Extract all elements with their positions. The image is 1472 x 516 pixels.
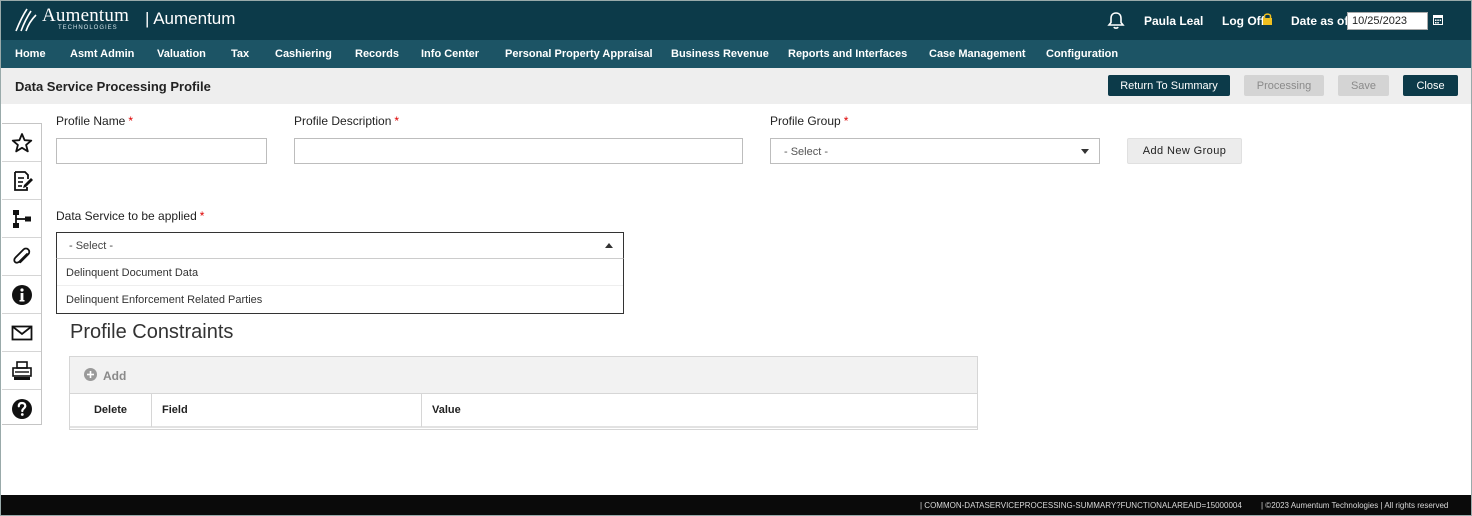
chevron-up-icon (605, 243, 613, 248)
profile-group-label: Profile Group * (770, 114, 848, 128)
user-name[interactable]: Paula Leal (1144, 14, 1203, 28)
menu-item-configuration[interactable]: Configuration (1046, 48, 1118, 60)
page-title: Data Service Processing Profile (15, 79, 211, 94)
paperclip-icon (12, 247, 30, 264)
data-service-selected: - Select - (69, 240, 114, 252)
hierarchy-icon (12, 209, 31, 228)
aumentum-logo-icon (15, 8, 37, 32)
info-tool[interactable] (2, 276, 41, 314)
help-tool[interactable] (2, 390, 41, 428)
data-service-select[interactable]: - Select - (56, 232, 624, 259)
side-toolbar (2, 123, 42, 425)
help-icon (11, 399, 32, 419)
app-title: | Aumentum (145, 9, 236, 28)
main-menu: Home Asmt Admin Valuation Tax Cashiering… (0, 40, 1472, 68)
profile-constraints-title: Profile Constraints (70, 321, 234, 343)
profile-group-label-text: Profile Group (770, 114, 841, 128)
data-service-dropdown-list: Delinquent Document Data Delinquent Enfo… (56, 258, 624, 314)
menu-item-cashiering[interactable]: Cashiering (275, 48, 332, 60)
column-header-value[interactable]: Value (422, 394, 977, 427)
info-icon (11, 284, 32, 305)
profile-constraints-grid: Add Delete Field Value (69, 356, 978, 430)
print-tool[interactable] (2, 352, 41, 390)
menu-item-business-revenue[interactable]: Business Revenue (671, 48, 769, 60)
grid-toolbar: Add (70, 357, 977, 394)
menu-item-reports-and-interfaces[interactable]: Reports and Interfaces (788, 48, 907, 60)
dropdown-option[interactable]: Delinquent Enforcement Related Parties (57, 286, 623, 313)
notes-tool[interactable] (2, 162, 41, 200)
processing-button[interactable]: Processing (1244, 75, 1324, 96)
grid-header-row: Delete Field Value (70, 394, 977, 428)
footer-copyright: | ©2023 Aumentum Technologies | All righ… (1261, 501, 1449, 510)
print-icon (11, 360, 32, 380)
logoff-link[interactable]: Log Off (1222, 14, 1265, 28)
date-as-of-input[interactable]: 10/25/2023 (1347, 12, 1428, 30)
menu-item-case-management[interactable]: Case Management (929, 48, 1026, 60)
star-icon (11, 132, 32, 152)
close-button[interactable]: Close (1403, 75, 1458, 96)
bell-icon[interactable] (1107, 11, 1125, 30)
profile-description-label-text: Profile Description (294, 114, 392, 128)
profile-name-input[interactable] (56, 138, 267, 164)
menu-item-personal-property-appraisal[interactable]: Personal Property Appraisal (505, 48, 653, 60)
data-service-label: Data Service to be applied * (56, 209, 204, 223)
profile-description-input[interactable] (294, 138, 743, 164)
data-service-label-text: Data Service to be applied (56, 209, 197, 223)
column-header-field[interactable]: Field (152, 394, 422, 427)
profile-group-select[interactable]: - Select - (770, 138, 1100, 164)
calendar-icon[interactable] (1433, 14, 1443, 25)
date-as-of-label: Date as of: (1291, 14, 1353, 28)
logo-text: Aumentum (42, 5, 130, 26)
dropdown-option[interactable]: Delinquent Document Data (57, 259, 623, 286)
save-button[interactable]: Save (1338, 75, 1389, 96)
menu-item-info-center[interactable]: Info Center (421, 48, 479, 60)
page-title-bar: Data Service Processing Profile Return T… (0, 68, 1472, 104)
profile-name-label: Profile Name * (56, 114, 133, 128)
menu-item-home[interactable]: Home (15, 48, 46, 60)
profile-description-label: Profile Description * (294, 114, 399, 128)
menu-item-valuation[interactable]: Valuation (157, 48, 206, 60)
notes-edit-icon (13, 170, 33, 191)
footer-page-path: | COMMON-DATASERVICEPROCESSING-SUMMARY?F… (920, 501, 1242, 510)
chevron-down-icon (1081, 149, 1089, 154)
add-constraint-button[interactable]: Add (103, 369, 126, 383)
required-marker: * (128, 114, 134, 128)
column-header-delete[interactable]: Delete (70, 394, 152, 427)
add-circle-icon[interactable] (84, 368, 97, 381)
menu-item-tax[interactable]: Tax (231, 48, 249, 60)
mail-tool[interactable] (2, 314, 41, 352)
app-footer: | COMMON-DATASERVICEPROCESSING-SUMMARY?F… (0, 495, 1472, 516)
return-to-summary-button[interactable]: Return To Summary (1108, 75, 1230, 96)
required-marker: * (394, 114, 400, 128)
required-marker: * (843, 114, 849, 128)
add-new-group-button[interactable]: Add New Group (1127, 138, 1242, 164)
profile-name-label-text: Profile Name (56, 114, 126, 128)
profile-group-selected: - Select - (784, 146, 829, 158)
menu-item-records[interactable]: Records (355, 48, 399, 60)
app-header: Aumentum TECHNOLOGIES | Aumentum Paula L… (0, 0, 1472, 40)
menu-item-asmt-admin[interactable]: Asmt Admin (70, 48, 134, 60)
logo-subtext: TECHNOLOGIES (58, 25, 118, 31)
favorites-tool[interactable] (2, 124, 41, 162)
lock-icon (1263, 13, 1272, 25)
hierarchy-tool[interactable] (2, 200, 41, 238)
mail-icon (11, 325, 32, 340)
required-marker: * (199, 209, 205, 223)
attachments-tool[interactable] (2, 238, 41, 276)
